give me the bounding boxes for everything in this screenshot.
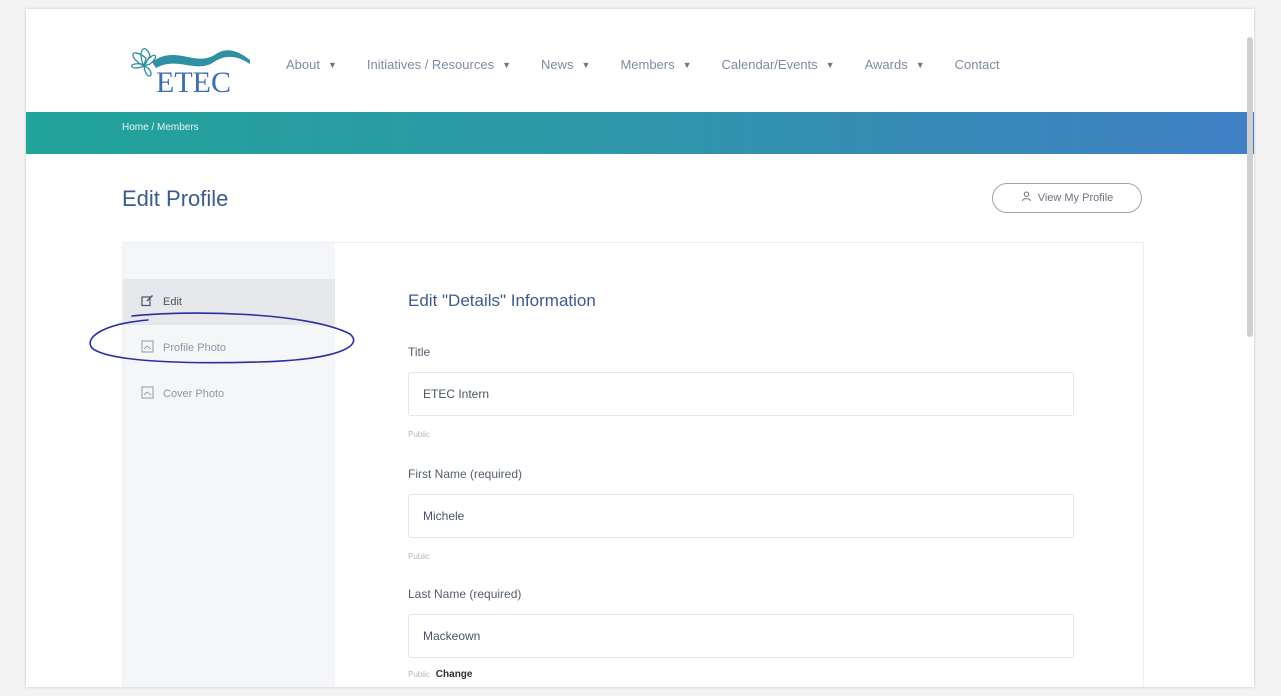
svg-text:ETEC: ETEC (156, 66, 231, 96)
form-title: Edit "Details" Information (408, 291, 596, 310)
title-visibility: Public (408, 430, 430, 439)
page-title: Edit Profile (122, 186, 229, 211)
edit-icon (141, 294, 154, 310)
nav-item-news[interactable]: News ▼ (541, 57, 590, 72)
site-header: ETEC About ▼ Initiatives / Resources ▼ N… (26, 9, 1254, 112)
sidebar-item-label: Cover Photo (163, 388, 225, 400)
scrollbar-thumb[interactable] (1247, 37, 1253, 337)
user-icon (1021, 191, 1032, 205)
nav-item-label: Awards (864, 57, 908, 72)
main-nav: About ▼ Initiatives / Resources ▼ News ▼… (286, 57, 1029, 72)
browser-page: ETEC About ▼ Initiatives / Resources ▼ N… (26, 9, 1254, 687)
first-name-label: First Name (required) (408, 467, 523, 481)
first-name-input[interactable]: Michele (408, 494, 1074, 538)
etec-logo[interactable]: ETEC (116, 32, 256, 96)
title-label: Title (408, 345, 431, 359)
last-name-label: Last Name (required) (408, 587, 522, 601)
nav-item-label: Contact (954, 57, 1000, 72)
last-name-visibility: Public Change (408, 669, 472, 680)
profile-sidebar: Edit Profile Photo Cover Photo (123, 243, 335, 687)
chevron-down-icon: ▼ (581, 59, 591, 70)
chevron-down-icon: ▼ (502, 59, 511, 70)
sidebar-item-profile-photo[interactable]: Profile Photo (123, 325, 335, 371)
view-my-profile-button[interactable]: View My Profile (992, 183, 1142, 213)
chevron-down-icon: ▼ (327, 59, 337, 70)
nav-item-about[interactable]: About ▼ (286, 57, 337, 72)
chevron-down-icon: ▼ (915, 59, 925, 70)
view-my-profile-label: View My Profile (1037, 192, 1114, 204)
title-input[interactable]: ETEC Intern (408, 372, 1074, 416)
sidebar-item-edit[interactable]: Edit (123, 279, 335, 325)
nav-item-contact[interactable]: Contact (955, 57, 1000, 72)
change-visibility-link[interactable]: Change (436, 669, 473, 680)
nav-item-label: About (286, 57, 320, 72)
sidebar-item-label: Profile Photo (163, 342, 226, 354)
nav-item-label: Members (620, 57, 675, 72)
sidebar-item-label: Edit (163, 296, 182, 308)
nav-item-label: Calendar/Events (721, 57, 818, 72)
breadcrumb-band: Home / Members (26, 112, 1254, 154)
nav-item-initiatives[interactable]: Initiatives / Resources ▼ (367, 57, 511, 72)
chevron-down-icon: ▼ (682, 59, 692, 70)
first-name-visibility: Public (408, 552, 430, 561)
profile-panel: Edit Profile Photo Cover Photo Edit "Det… (122, 242, 1144, 687)
last-name-input[interactable]: Mackeown (408, 614, 1074, 658)
chevron-down-icon: ▼ (825, 59, 835, 70)
visibility-text: Public (408, 670, 430, 679)
nav-item-awards[interactable]: Awards ▼ (865, 57, 925, 72)
image-icon (141, 340, 154, 356)
nav-item-calendar[interactable]: Calendar/Events ▼ (722, 57, 835, 72)
nav-item-label: Initiatives / Resources (366, 57, 495, 72)
nav-item-label: News (541, 57, 574, 72)
nav-item-members[interactable]: Members ▼ (620, 57, 691, 72)
breadcrumb[interactable]: Home / Members (122, 122, 199, 133)
sidebar-item-cover-photo[interactable]: Cover Photo (123, 371, 335, 417)
image-icon (141, 386, 154, 402)
